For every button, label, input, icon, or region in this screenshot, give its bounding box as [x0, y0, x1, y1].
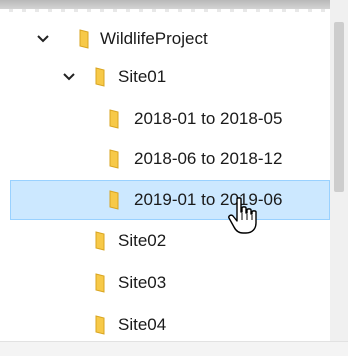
tree-item-label: 2018-06 to 2018-12: [134, 149, 283, 168]
vertical-scrollbar[interactable]: [330, 0, 348, 344]
tree-item-site04[interactable]: Site04: [0, 306, 330, 344]
folder-icon: [95, 231, 105, 251]
chevron-down-icon[interactable]: [36, 32, 50, 46]
tree-item-label: Site04: [118, 315, 167, 334]
tree-item-label: Site01: [118, 67, 167, 86]
window-top-edge: [0, 0, 348, 12]
tree-item-label: Site02: [118, 231, 167, 250]
tree-item-2018-01-to-2018-05[interactable]: 2018-01 to 2018-05: [0, 100, 330, 138]
folder-icon: [109, 109, 119, 129]
folder-icon: [95, 67, 105, 87]
folder-icon: [79, 29, 89, 49]
tree-item-label: 2018-01 to 2018-05: [134, 109, 283, 128]
tree-item-site03[interactable]: Site03: [0, 264, 330, 302]
tree-item-label: 2019-01 to 2019-06: [134, 190, 283, 209]
folder-icon: [95, 315, 105, 335]
tree-item-site01[interactable]: Site01: [0, 58, 330, 96]
chevron-down-icon[interactable]: [62, 70, 76, 84]
scrollbar-thumb[interactable]: [334, 22, 344, 192]
tree-item-2018-06-to-2018-12[interactable]: 2018-06 to 2018-12: [0, 140, 330, 178]
tree-item-wildlifeproject[interactable]: WildlifeProject: [0, 20, 330, 58]
tree-item-site02[interactable]: Site02: [0, 222, 330, 260]
folder-icon: [95, 273, 105, 293]
folder-icon: [109, 149, 119, 169]
tree-item-label: Site03: [118, 273, 167, 292]
folder-icon: [109, 190, 119, 210]
window-bottom-edge: [0, 341, 348, 356]
tree-item-label: WildlifeProject: [100, 29, 208, 48]
tree-item-2019-01-to-2019-06[interactable]: 2019-01 to 2019-06: [0, 180, 330, 220]
